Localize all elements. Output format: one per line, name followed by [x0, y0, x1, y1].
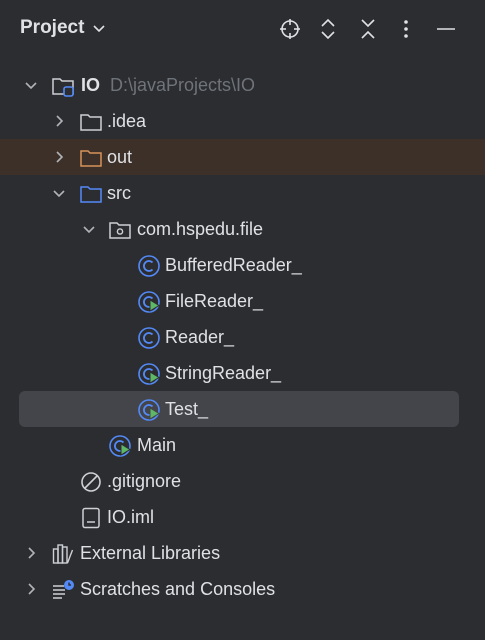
module-folder-icon [52, 78, 74, 97]
file-reader-label: FileReader_ [165, 291, 264, 311]
tree-node-gitignore[interactable]: .gitignore [0, 463, 485, 499]
external-libraries-label: External Libraries [80, 543, 221, 563]
scratches-label: Scratches and Consoles [80, 579, 276, 599]
source-folder-icon [80, 186, 102, 203]
chevron-down-icon[interactable] [52, 186, 66, 200]
tree-node-file-reader[interactable]: FileReader_ [0, 283, 485, 319]
tree-node-external-libraries[interactable]: External Libraries [0, 535, 485, 571]
tree-node-package[interactable]: com.hspedu.file [0, 211, 485, 247]
folder-icon [80, 114, 102, 131]
src-label: src [107, 183, 131, 203]
locate-icon[interactable] [278, 17, 302, 41]
chevron-down-icon[interactable] [82, 222, 96, 236]
expand-all-icon[interactable] [316, 17, 340, 41]
java-class-icon [138, 255, 160, 277]
tree-node-idea[interactable]: .idea [0, 103, 485, 139]
minimize-icon[interactable] [434, 17, 458, 41]
collapse-all-icon[interactable] [356, 17, 380, 41]
idea-label: .idea [107, 111, 147, 131]
tree-node-buffered-reader[interactable]: BufferedReader_ [0, 247, 485, 283]
chevron-down-icon [93, 25, 105, 33]
runnable-class-icon [109, 435, 131, 457]
tree-node-reader[interactable]: Reader_ [0, 319, 485, 355]
gitignore-label: .gitignore [107, 471, 182, 491]
tool-window-header: Project [0, 0, 485, 58]
ignored-file-icon [81, 472, 101, 492]
more-options-icon[interactable] [394, 17, 418, 41]
reader-label: Reader_ [165, 327, 235, 347]
chevron-right-icon[interactable] [24, 582, 38, 596]
runnable-class-icon [138, 399, 160, 421]
tree-node-main[interactable]: Main [0, 427, 485, 463]
project-tool-window: Project IO D:\javaProjects\IO .idea out … [0, 0, 485, 640]
tree-node-string-reader[interactable]: StringReader_ [0, 355, 485, 391]
root-path: D:\javaProjects\IO [110, 75, 256, 95]
package-label: com.hspedu.file [137, 219, 264, 239]
chevron-down-icon[interactable] [24, 78, 38, 92]
library-icon [52, 544, 74, 564]
excluded-folder-icon [80, 150, 102, 167]
tree-node-iml[interactable]: IO.iml [0, 499, 485, 535]
iml-label: IO.iml [107, 507, 154, 527]
chevron-right-icon[interactable] [52, 150, 66, 164]
java-class-icon [138, 327, 160, 349]
tree-node-scratches[interactable]: Scratches and Consoles [0, 571, 485, 607]
tree-node-test[interactable]: Test_ [19, 391, 459, 427]
tool-window-title: Project [20, 17, 85, 38]
scratches-icon [53, 580, 74, 599]
project-view-selector[interactable]: Project [20, 17, 106, 39]
package-icon [109, 222, 131, 239]
tree-node-src[interactable]: src [0, 175, 485, 211]
chevron-right-icon[interactable] [52, 114, 66, 128]
chevron-right-icon[interactable] [24, 546, 38, 560]
main-label: Main [137, 435, 177, 455]
tree-node-out[interactable]: out [0, 139, 485, 175]
buffered-reader-label: BufferedReader_ [165, 255, 302, 275]
string-reader-label: StringReader_ [165, 363, 282, 383]
runnable-class-icon [138, 363, 160, 385]
root-label: IO [81, 75, 101, 95]
test-label: Test_ [165, 399, 209, 419]
module-file-icon [82, 507, 100, 529]
runnable-class-icon [138, 291, 160, 313]
out-label: out [107, 147, 133, 167]
tree-node-root[interactable]: IO D:\javaProjects\IO [0, 67, 485, 103]
